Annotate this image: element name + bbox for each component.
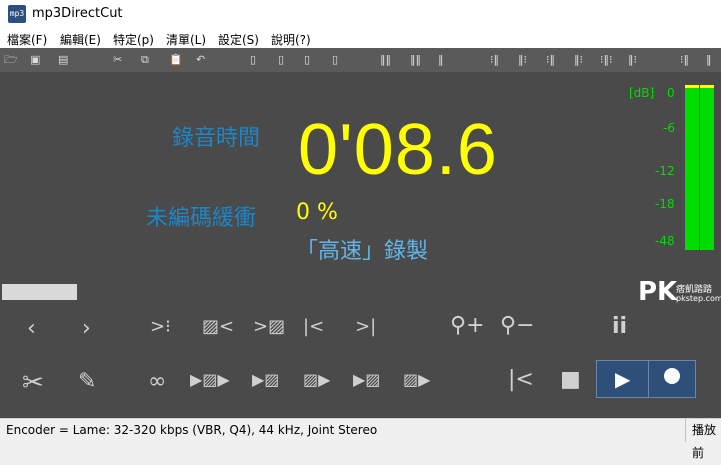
scissors-icon[interactable]: ✂ [22, 368, 44, 398]
menu-list[interactable]: 清單(L) [166, 31, 206, 48]
seek-6-icon[interactable]: ‖⁝ [628, 53, 637, 67]
page1-icon[interactable]: ▯ [278, 53, 284, 67]
jump-mark-icon[interactable]: >⁝ [150, 316, 171, 337]
status-bar: Encoder = Lame: 32-320 kbps (VBR, Q4), 4… [0, 418, 721, 460]
menu-edit[interactable]: 編輯(E) [60, 31, 101, 48]
window-title: mp3DirectCut [32, 6, 123, 21]
menu-help[interactable]: 說明(?) [271, 31, 311, 48]
volume2-icon[interactable]: ‖ [706, 53, 712, 67]
meter-label-12: -12 [655, 164, 675, 178]
meter-right-peak [700, 85, 714, 88]
meter-label-0: 0 [667, 86, 675, 100]
watermark-site: pkstep.com [676, 294, 721, 303]
sel-start-icon[interactable]: ▨< [202, 316, 234, 337]
record-icon[interactable] [664, 368, 680, 384]
meter-right-bar [700, 85, 714, 250]
record-mode: 「高速」錄製 [296, 239, 429, 264]
meter-label-db: [dB] [629, 86, 655, 100]
open-icon[interactable]: 🗁 [4, 53, 18, 67]
page2-icon[interactable]: ▯ [304, 53, 310, 67]
buffer-label: 未編碼緩衝 [146, 206, 257, 231]
meter-left-peak [685, 85, 699, 88]
position-slider[interactable] [2, 284, 77, 300]
undo-icon[interactable]: ↶ [196, 53, 205, 67]
save-icon[interactable]: ▣ [30, 53, 40, 67]
info-icon[interactable]: ii [612, 314, 627, 339]
status-right: 播放前 [685, 419, 721, 460]
title-bar: mp3 mp3DirectCut [0, 0, 721, 28]
to-end-icon[interactable]: >| [355, 316, 376, 337]
page3-icon[interactable]: ▯ [332, 53, 338, 67]
zoom-out-icon[interactable]: ⚲− [500, 313, 535, 338]
play-after-icon[interactable]: ▶▨ [353, 370, 380, 389]
buffer-value: 0 % [296, 200, 338, 225]
stop-icon[interactable]: ■ [560, 367, 581, 392]
play-sel-icon[interactable]: ▶▨▶ [190, 370, 230, 389]
menu-special[interactable]: 特定(p) [113, 31, 154, 48]
loop-icon[interactable]: ∞ [148, 369, 166, 394]
watermark-brand: PK [638, 277, 678, 307]
toolbar: 🗁 ▣ ▤ ✂ ⧉ 📋 ↶ ▯ ▯ ▯ ▯ ‖‖ ‖‖ ‖ ⁝‖ ‖⁝ ⁝‖ ‖… [0, 48, 721, 72]
meter-label-6: -6 [663, 121, 675, 135]
sel-end-icon[interactable]: >▨ [253, 316, 285, 337]
divider [648, 361, 649, 397]
page-icon[interactable]: ▯ [250, 53, 256, 67]
mark-3-icon[interactable]: ‖ [438, 53, 444, 67]
zoom-in-icon[interactable]: ⚲+ [450, 313, 485, 338]
prev-icon[interactable]: ‹ [27, 316, 36, 341]
seek-1-icon[interactable]: ⁝‖ [490, 53, 499, 67]
menu-settings[interactable]: 設定(S) [218, 31, 259, 48]
meter-label-48: -48 [655, 234, 675, 248]
meter-left-bar [685, 85, 699, 250]
meter-label-18: -18 [655, 197, 675, 211]
seek-3-icon[interactable]: ⁝‖ [546, 53, 555, 67]
play-icon[interactable]: ▶ [615, 367, 630, 391]
next-icon[interactable]: › [82, 316, 91, 341]
record-time-label: 錄音時間 [172, 126, 261, 151]
mark-2-icon[interactable]: ‖‖ [410, 53, 421, 67]
cut-icon[interactable]: ✂ [113, 53, 122, 67]
save-selection-icon[interactable]: ▤ [58, 53, 68, 67]
rewind-icon[interactable]: |< [508, 367, 534, 392]
status-text: Encoder = Lame: 32-320 kbps (VBR, Q4), 4… [6, 423, 378, 437]
play-to-sel-icon[interactable]: ▶▨ [252, 370, 279, 389]
mark-1-icon[interactable]: ‖‖ [380, 53, 391, 67]
menu-file[interactable]: 檔案(F) [7, 31, 47, 48]
record-time-value: 0'08.6 [298, 110, 498, 190]
seek-4-icon[interactable]: ‖⁝ [574, 53, 583, 67]
play-record-group: ▶ [596, 360, 696, 398]
seek-5-icon[interactable]: ⁝‖⁝ [600, 53, 613, 67]
copy-icon[interactable]: ⧉ [141, 53, 149, 67]
paste-icon[interactable]: 📋 [169, 53, 183, 67]
play-around-icon[interactable]: ▨▶ [303, 370, 330, 389]
seek-2-icon[interactable]: ‖⁝ [518, 53, 527, 67]
to-start-icon[interactable]: |< [303, 316, 324, 337]
pencil-icon[interactable]: ✎ [78, 369, 96, 394]
menu-bar: 檔案(F) 編輯(E) 特定(p) 清單(L) 設定(S) 說明(?) [0, 28, 721, 48]
app-icon: mp3 [8, 5, 26, 23]
volume-icon[interactable]: ⁝‖ [680, 53, 689, 67]
play-end-icon[interactable]: ▨▶ [403, 370, 430, 389]
